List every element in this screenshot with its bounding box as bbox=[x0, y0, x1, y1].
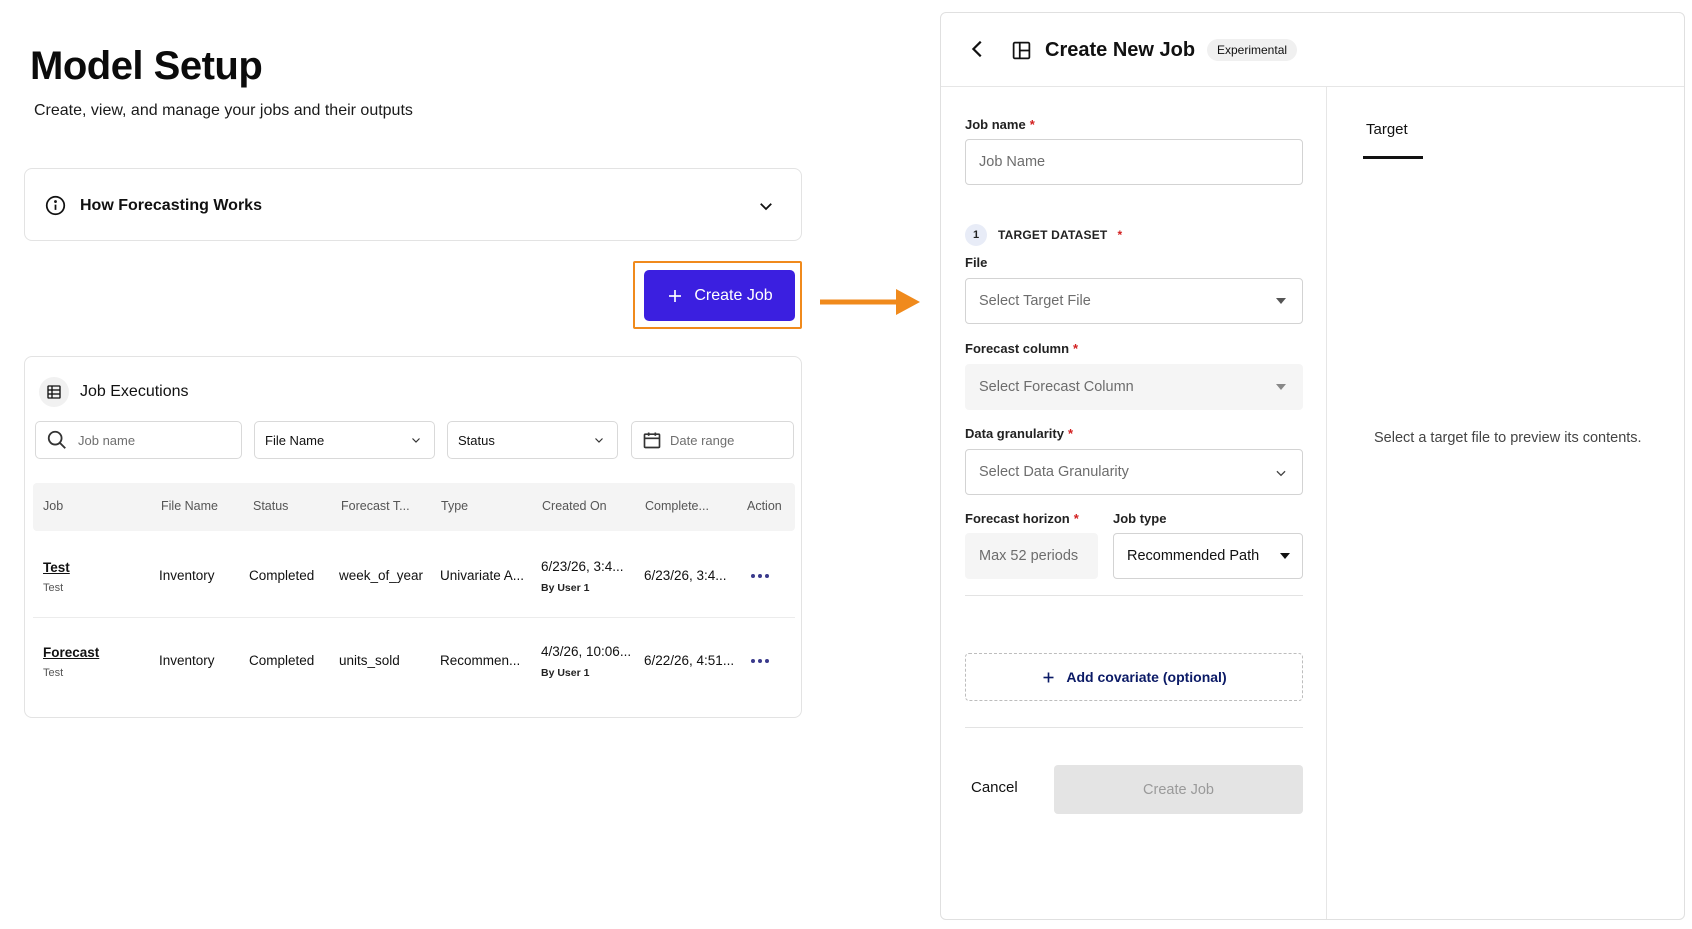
info-icon bbox=[45, 195, 66, 216]
arrow-right-icon bbox=[820, 289, 920, 315]
created-on-cell: 4/3/26, 10:06... bbox=[541, 644, 632, 659]
type-cell: Univariate A... bbox=[440, 568, 525, 583]
how-forecasting-works-accordion[interactable]: How Forecasting Works bbox=[24, 168, 802, 241]
chevron-down-icon bbox=[595, 438, 603, 443]
more-actions-icon[interactable] bbox=[750, 658, 770, 664]
forecast-column-placeholder: Select Forecast Column bbox=[979, 379, 1134, 395]
column-header[interactable]: Forecast T... bbox=[341, 499, 410, 513]
create-job-submit-button[interactable]: Create Job bbox=[1054, 765, 1303, 814]
completed-cell: 6/22/26, 4:51... bbox=[644, 653, 735, 668]
job-name-search-input[interactable]: Job name bbox=[35, 421, 242, 459]
job-type-value: Recommended Path bbox=[1127, 548, 1260, 564]
tab-active-indicator bbox=[1363, 156, 1423, 159]
caret-down-icon bbox=[1276, 384, 1286, 390]
status-select-label: Status bbox=[458, 432, 495, 448]
calendar-icon bbox=[643, 432, 661, 449]
column-header[interactable]: Status bbox=[253, 499, 288, 513]
column-header[interactable]: Job bbox=[43, 499, 63, 513]
preview-empty-message: Select a target file to preview its cont… bbox=[1374, 430, 1642, 446]
column-header[interactable]: Complete... bbox=[645, 499, 709, 513]
chevron-down-icon bbox=[1276, 470, 1286, 477]
form-divider bbox=[965, 595, 1303, 596]
caret-down-icon bbox=[1276, 298, 1286, 304]
forecast-horizon-label: Forecast horizon * bbox=[965, 511, 1079, 526]
page-title: Model Setup bbox=[30, 44, 263, 88]
target-file-placeholder: Select Target File bbox=[979, 293, 1091, 309]
job-subtitle: Test bbox=[43, 667, 64, 679]
caret-down-icon bbox=[1280, 553, 1290, 559]
data-granularity-select[interactable]: Select Data Granularity bbox=[965, 449, 1303, 495]
column-header[interactable]: Type bbox=[441, 499, 468, 513]
file-name-select-label: File Name bbox=[265, 432, 325, 448]
forecast-horizon-placeholder: Max 52 periods bbox=[979, 548, 1079, 564]
target-file-select[interactable]: Select Target File bbox=[965, 278, 1303, 324]
target-dataset-label: TARGET DATASET * bbox=[998, 228, 1123, 242]
cancel-button[interactable]: Cancel bbox=[971, 779, 1018, 796]
column-header[interactable]: Created On bbox=[542, 499, 607, 513]
form-divider bbox=[965, 727, 1303, 728]
data-granularity-placeholder: Select Data Granularity bbox=[979, 464, 1129, 480]
column-header[interactable]: File Name bbox=[161, 499, 218, 513]
forecast-horizon-input[interactable]: Max 52 periods bbox=[965, 533, 1098, 579]
created-on-cell: 6/23/26, 3:4... bbox=[541, 559, 624, 574]
job-type-label: Job type bbox=[1113, 511, 1167, 526]
job-type-select[interactable]: Recommended Path bbox=[1113, 533, 1303, 579]
forecast-target-cell: week_of_year bbox=[339, 568, 424, 583]
job-name-placeholder: Job Name bbox=[979, 154, 1046, 170]
status-cell: Completed bbox=[249, 653, 315, 668]
date-range-input[interactable]: Date range bbox=[631, 421, 794, 459]
job-name-input[interactable]: Job Name bbox=[965, 139, 1303, 185]
step-number-badge: 1 bbox=[965, 224, 987, 246]
add-covariate-label: Add covariate (optional) bbox=[1066, 669, 1227, 685]
date-range-placeholder: Date range bbox=[670, 432, 735, 448]
more-actions-icon[interactable] bbox=[750, 573, 770, 579]
forecast-column-label: Forecast column * bbox=[965, 341, 1079, 356]
accordion-title: How Forecasting Works bbox=[80, 197, 262, 214]
job-form: Job name * Job Name 1 TARGET DATASET * Fil… bbox=[941, 87, 1327, 919]
experimental-badge: Experimental bbox=[1207, 39, 1298, 61]
executions-title: Job Executions bbox=[80, 383, 189, 400]
chevron-down-icon[interactable] bbox=[757, 197, 775, 215]
job-link[interactable]: Test bbox=[43, 560, 70, 575]
plus-icon bbox=[1043, 672, 1054, 682]
column-header: Action bbox=[747, 499, 782, 513]
status-cell: Completed bbox=[249, 568, 315, 583]
forecast-column-select[interactable]: Select Forecast Column bbox=[965, 364, 1303, 410]
tab-target[interactable]: Target bbox=[1366, 121, 1408, 138]
back-icon[interactable] bbox=[967, 38, 989, 60]
layout-icon bbox=[1012, 41, 1031, 60]
job-name-label: Job name * bbox=[965, 117, 1035, 132]
page-subtitle: Create, view, and manage your jobs and t… bbox=[34, 102, 413, 119]
forecast-target-cell: units_sold bbox=[339, 653, 400, 668]
plus-icon bbox=[669, 289, 682, 302]
type-cell: Recommen... bbox=[440, 653, 521, 668]
create-job-label: Create Job bbox=[694, 286, 773, 304]
job-link[interactable]: Forecast bbox=[43, 645, 99, 660]
file-name-select[interactable]: File Name bbox=[254, 421, 435, 459]
file-label: File bbox=[965, 255, 988, 270]
status-select[interactable]: Status bbox=[447, 421, 618, 459]
file-name-cell: Inventory bbox=[159, 568, 215, 583]
panel-header: Create New Job Experimental bbox=[941, 13, 1684, 87]
row-divider bbox=[33, 617, 795, 618]
created-by-cell: By User 1 bbox=[541, 667, 590, 679]
job-executions-card: Job Executions Job name File Name Status… bbox=[24, 356, 802, 718]
chevron-down-icon bbox=[412, 438, 420, 443]
add-covariate-button[interactable]: Add covariate (optional) bbox=[965, 653, 1303, 701]
create-job-panel: Create New Job Experimental Job name * Jo… bbox=[940, 12, 1685, 920]
search-icon bbox=[47, 430, 66, 449]
panel-title: Create New Job bbox=[1045, 39, 1196, 61]
search-placeholder: Job name bbox=[78, 432, 136, 448]
created-by-cell: By User 1 bbox=[541, 582, 590, 594]
create-job-button[interactable]: Create Job bbox=[644, 270, 795, 321]
table-icon bbox=[39, 377, 69, 407]
completed-cell: 6/23/26, 3:4... bbox=[644, 568, 727, 583]
data-granularity-label: Data granularity * bbox=[965, 426, 1074, 441]
file-name-cell: Inventory bbox=[159, 653, 215, 668]
job-subtitle: Test bbox=[43, 582, 64, 594]
